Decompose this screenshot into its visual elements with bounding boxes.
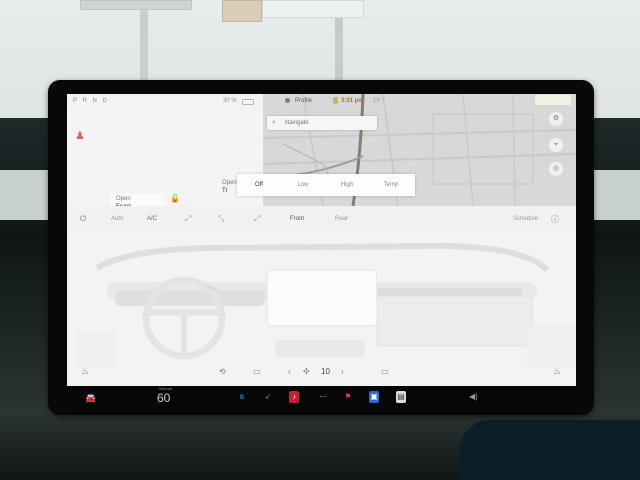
wall-sign [262, 0, 364, 18]
climate-bottom-row: ♨ ⟲ ▭ ‹ ✣ 10 › ▭ ♨ [67, 356, 576, 386]
search-input[interactable]: Navigate [285, 120, 309, 126]
fan-up-icon[interactable]: › [341, 367, 344, 376]
profile-button[interactable]: Profile [295, 98, 312, 104]
defrost-option-low[interactable]: Low [285, 179, 321, 191]
fan-down-icon[interactable]: ‹ [288, 367, 291, 376]
seatbelt-warning-icon: ♟ [75, 130, 85, 142]
volume-icon[interactable]: ◀) [469, 392, 478, 401]
trunk-label: Tr [222, 188, 228, 194]
bluetooth-icon[interactable]: ʙ [237, 391, 247, 403]
car-status-panel: Open Frunk 🔓 Open Tr [67, 108, 263, 216]
calendar-app-icon[interactable]: ▤ [396, 391, 406, 403]
front-defrost-button[interactable]: Front [290, 216, 304, 222]
app-dock: 🚘 Manual 60 ʙ ➶ ♪ ⋯ ⚑ ▣ ▤ ◀) [67, 386, 576, 410]
map-settings-button[interactable]: ⚙ [549, 112, 563, 126]
touchscreen: Open Frunk 🔓 Open Tr ♟ ⌕ Navigate [67, 94, 576, 386]
auto-button[interactable]: Auto [111, 216, 123, 222]
right-seat-heater-icon[interactable]: ♨ [553, 366, 561, 377]
sentry-icon [333, 97, 338, 104]
temperature-value: 60 [157, 391, 171, 405]
ac-button[interactable]: A/C [147, 216, 157, 222]
map-charger-button[interactable]: ◎ [549, 162, 563, 176]
power-icon[interactable]: ⏻ [80, 214, 86, 224]
cabin-dashboard-drawing [67, 230, 576, 368]
vent-icon[interactable]: ▭ [253, 367, 261, 376]
navigation-app-icon[interactable]: ➶ [263, 391, 273, 403]
outside-temperature: 19 ° [373, 98, 384, 104]
lock-icon[interactable]: 🔓 [170, 194, 180, 203]
search-icon: ⌕ [272, 119, 276, 126]
gear-selector: P R N D [73, 98, 109, 104]
info-icon[interactable]: ⓘ [551, 214, 559, 225]
rear-defrost-button[interactable]: Rear [335, 216, 348, 222]
status-bar: P R N D 30 % Profile 3:01 pm 19 ° [67, 94, 576, 108]
dashboard-trim [590, 170, 640, 220]
car-icon[interactable]: 🚘 [85, 393, 96, 404]
airflow-feet-icon[interactable]: ⤡ [218, 214, 224, 224]
defrost-option-high[interactable]: High [329, 179, 365, 191]
recirculate-icon[interactable]: ⟲ [219, 367, 226, 376]
fan-icon: ✣ [303, 367, 310, 376]
defrost-option-temp[interactable]: Temp [373, 179, 409, 191]
wall-box [222, 0, 262, 22]
defrost-option-off[interactable]: Off [241, 179, 277, 191]
car-seat [460, 420, 640, 480]
fan-speed-value: 10 [321, 367, 330, 376]
trunk-title: Open [222, 180, 237, 186]
climate-controls: ⏻ Auto A/C ⤢ ⤡ ⤢ Front Rear Schedule ⓘ [67, 206, 576, 230]
cabin-illustration [67, 230, 576, 368]
navigate-search-bar[interactable]: ⌕ Navigate [267, 116, 377, 130]
frunk-title: Open [116, 196, 131, 202]
camera-app-icon[interactable]: ▣ [369, 391, 379, 403]
battery-range: 30 % [223, 98, 237, 104]
battery-icon [242, 99, 254, 105]
clock: 3:01 pm [341, 98, 364, 104]
schedule-button[interactable]: Schedule [513, 216, 538, 222]
defrost-popover: Off Low High Temp [237, 174, 415, 196]
rear-vent-icon[interactable]: ▭ [381, 367, 389, 376]
left-seat-heater-icon[interactable]: ♨ [81, 366, 89, 377]
dashboard-right [590, 118, 640, 418]
wall-panel [80, 0, 192, 10]
music-app-icon[interactable]: ♪ [289, 391, 299, 403]
toybox-app-icon[interactable]: ⚑ [343, 391, 353, 403]
more-apps-icon[interactable]: ⋯ [318, 391, 328, 403]
wall-pipe [140, 8, 148, 88]
airflow-face-icon[interactable]: ⤢ [185, 214, 191, 224]
airflow-split-icon[interactable]: ⤢ [254, 214, 260, 224]
profile-icon[interactable] [285, 98, 290, 103]
map-location-button[interactable]: ⌖ [549, 138, 563, 152]
